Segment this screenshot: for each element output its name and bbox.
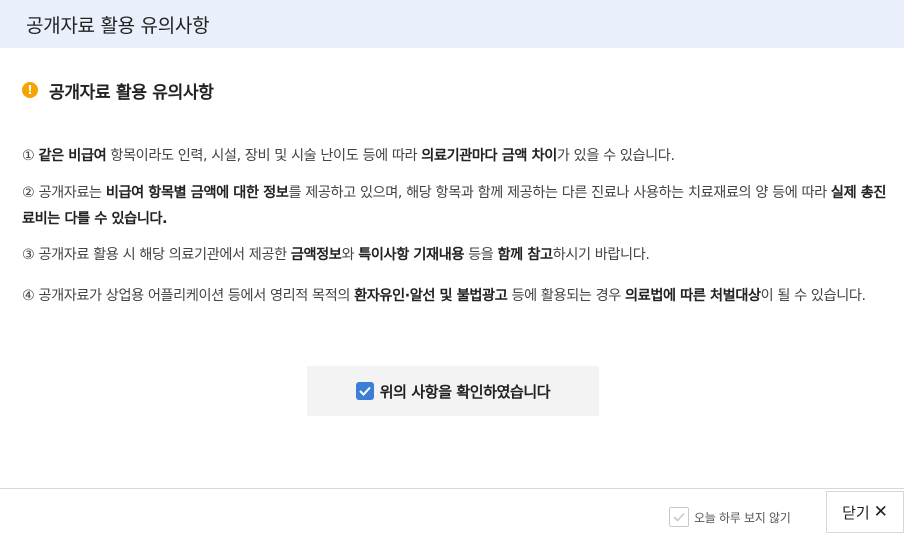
dont-show-label: 오늘 하루 보지 않기 <box>694 510 791 525</box>
modal-title: 공개자료 활용 유의사항 <box>26 14 210 37</box>
notice-text: 이 될 수 있습니다. <box>760 288 866 304</box>
notice-text: 공개자료 활용 시 해당 의료기관에서 제공한 <box>34 247 291 263</box>
footer-divider <box>0 488 904 489</box>
notice-text: 공개자료가 상업용 어플리케이션 등에서 영리적 목적의 <box>34 288 355 304</box>
confirm-label: 위의 사항을 확인하였습니다 <box>379 382 551 401</box>
close-label: 닫기 <box>842 503 870 522</box>
notice-emphasis: 같은 비급여 <box>38 148 107 164</box>
notice-text: 와 <box>341 247 359 263</box>
close-icon: ✕ <box>873 502 888 522</box>
notice-text: 를 제공하고 있으며, 해당 항목과 함께 제공하는 다른 진료나 사용하는 치… <box>288 185 831 201</box>
notice-marker: ② <box>22 185 35 201</box>
notice-text: 가 있을 수 있습니다. <box>556 148 675 164</box>
notice-text: 항목이라도 인력, 시설, 장비 및 시술 난이도 등에 따라 <box>106 148 422 164</box>
notice-item-4: ④ 공개자료가 상업용 어플리케이션 등에서 영리적 목적의 환자유인·알선 및… <box>22 283 888 309</box>
notice-marker: ③ <box>22 247 35 263</box>
section-title: 공개자료 활용 유의사항 <box>49 82 214 103</box>
notice-marker: ④ <box>22 288 35 304</box>
checkbox-checked-icon[interactable] <box>355 382 374 400</box>
notice-emphasis: 금액정보 <box>290 247 342 263</box>
checkbox-icon[interactable] <box>669 507 689 527</box>
notice-item-1: ① 같은 비급여 항목이라도 인력, 시설, 장비 및 시술 난이도 등에 따라… <box>22 143 888 169</box>
confirm-checkbox[interactable]: 위의 사항을 확인하였습니다 <box>307 366 599 416</box>
notice-marker: ① <box>22 148 35 164</box>
notice-text: 공개자료는 <box>34 185 106 201</box>
notice-emphasis: 환자유인·알선 및 불법광고 <box>354 288 508 304</box>
notice-text: 등을 <box>464 247 498 263</box>
notice-text: 하시기 바랍니다. <box>552 247 650 263</box>
modal-header: 공개자료 활용 유의사항 <box>0 0 904 48</box>
notice-emphasis: 의료법에 따른 처벌대상 <box>625 288 761 304</box>
notice-emphasis: 의료기관마다 금액 차이 <box>421 148 557 164</box>
notice-emphasis: 비급여 항목별 금액에 대한 정보 <box>105 185 289 201</box>
notice-emphasis: 특이사항 기재내용 <box>358 247 464 263</box>
notice-emphasis: 함께 참고 <box>497 247 554 263</box>
notice-item-2: ② 공개자료는 비급여 항목별 금액에 대한 정보를 제공하고 있으며, 해당 … <box>22 180 888 232</box>
alert-icon: ! <box>22 82 38 98</box>
notice-text: 등에 활용되는 경우 <box>507 288 626 304</box>
notice-item-3: ③ 공개자료 활용 시 해당 의료기관에서 제공한 금액정보와 특이사항 기재내… <box>22 242 888 268</box>
section-heading: ! 공개자료 활용 유의사항 <box>22 78 214 103</box>
dont-show-today-checkbox[interactable]: 오늘 하루 보지 않기 <box>669 506 791 528</box>
close-button[interactable]: 닫기 ✕ <box>826 491 904 533</box>
